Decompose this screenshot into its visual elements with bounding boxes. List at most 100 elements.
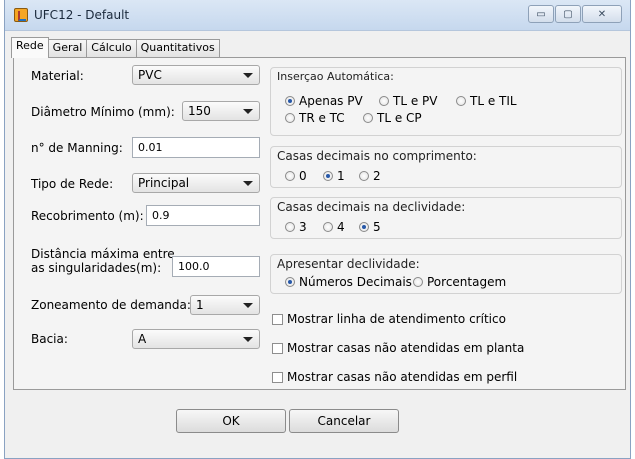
radio-label: 5 (373, 220, 381, 234)
window-title: UFC12 - Default (34, 8, 130, 22)
radio-icon (285, 113, 295, 123)
maximize-button[interactable]: ▢ (555, 5, 581, 23)
cancel-button[interactable]: Cancelar (289, 409, 399, 433)
radio-selected-icon (323, 171, 333, 181)
radio-label: 3 (299, 220, 307, 234)
apresentar-title: Apresentar declividade: (277, 257, 420, 271)
radio-label: 1 (337, 169, 345, 183)
bacia-select[interactable]: A (132, 329, 260, 349)
radio-tl-e-til[interactable]: TL e TIL (456, 94, 517, 108)
chevron-down-icon (243, 181, 253, 186)
radio-tr-e-tc[interactable]: TR e TC (285, 111, 345, 125)
radio-icon (456, 96, 466, 106)
radio-label: Números Decimais (299, 275, 412, 289)
insercao-title: Inserçao Automática: (277, 70, 394, 83)
tab-rede[interactable]: Rede (11, 37, 49, 58)
recobrimento-label: Recobrimento (m): (31, 209, 144, 223)
radio-comprimento-1[interactable]: 1 (323, 169, 345, 183)
radio-numeros-decimais[interactable]: Números Decimais (285, 275, 412, 289)
checkbox-icon (272, 371, 283, 383)
dialog-window: UFC12 - Default ▭ ▢ ✕ Rede Geral Cálculo… (4, 0, 631, 459)
radio-label: 0 (299, 169, 307, 183)
radio-tl-e-pv[interactable]: TL e PV (379, 94, 437, 108)
close-icon: ✕ (597, 8, 607, 20)
radio-icon (379, 96, 389, 106)
radio-icon (323, 222, 333, 232)
java-app-icon (14, 8, 28, 22)
distancia-label-line1: Distância máxima entre (31, 247, 175, 261)
zoneamento-label: Zoneamento de demanda: (31, 298, 191, 312)
chevron-down-icon (243, 303, 253, 308)
material-label: Material: (31, 69, 84, 83)
radio-selected-icon (285, 96, 295, 106)
tab-panel-rede: Material: PVC Diâmetro Mínimo (mm): 150 … (13, 57, 626, 390)
radio-label: TR e TC (299, 111, 345, 125)
radio-label: 2 (373, 169, 381, 183)
tipo-rede-label: Tipo de Rede: (31, 177, 114, 191)
chevron-down-icon (243, 109, 253, 114)
title-bar[interactable]: UFC12 - Default ▭ ▢ ✕ (5, 0, 630, 31)
radio-porcentagem[interactable]: Porcentagem (413, 275, 506, 289)
minimize-icon: ▭ (536, 8, 546, 20)
radio-icon (285, 222, 295, 232)
tab-geral[interactable]: Geral (47, 39, 88, 57)
radio-label: Apenas PV (299, 94, 363, 108)
radio-comprimento-0[interactable]: 0 (285, 169, 307, 183)
radio-label: TL e TIL (470, 94, 517, 108)
radio-label: TL e PV (393, 94, 438, 108)
radio-icon (359, 171, 369, 181)
radio-declividade-3[interactable]: 3 (285, 220, 307, 234)
insercao-group: Inserçao Automática: Apenas PV TL e PV T… (270, 67, 622, 136)
window-controls: ▭ ▢ ✕ (527, 5, 622, 23)
radio-icon (363, 113, 373, 123)
minimize-button[interactable]: ▭ (528, 5, 554, 23)
checkbox-icon (272, 342, 283, 354)
check-label: Mostrar casas não atendidas em perfil (287, 370, 518, 384)
radio-tl-e-cp[interactable]: TL e CP (363, 111, 422, 125)
checkbox-icon (272, 313, 283, 325)
casas-comprimento-title: Casas decimais no comprimento: (277, 149, 477, 163)
casas-comprimento-group: Casas decimais no comprimento: 0 1 2 (270, 146, 622, 188)
material-select[interactable]: PVC (132, 65, 260, 85)
maximize-icon: ▢ (563, 8, 573, 20)
check-label: Mostrar casas não atendidas em planta (287, 341, 525, 355)
manning-input[interactable]: 0.01 (132, 137, 260, 158)
bacia-label: Bacia: (31, 332, 68, 346)
zoneamento-value: 1 (196, 298, 204, 312)
check-label: Mostrar linha de atendimento crítico (287, 312, 506, 326)
radio-label: 4 (337, 220, 345, 234)
radio-declividade-5[interactable]: 5 (359, 220, 381, 234)
diametro-label: Diâmetro Mínimo (mm): (31, 105, 175, 119)
radio-label: Porcentagem (427, 275, 507, 289)
radio-declividade-4[interactable]: 4 (323, 220, 345, 234)
material-value: PVC (138, 68, 162, 82)
diametro-value: 150 (188, 104, 211, 118)
tab-bar: Rede Geral Cálculo Quantitativos (11, 37, 220, 58)
check-casas-planta[interactable]: Mostrar casas não atendidas em planta (272, 341, 524, 355)
zoneamento-select[interactable]: 1 (190, 295, 260, 315)
check-casas-perfil[interactable]: Mostrar casas não atendidas em perfil (272, 370, 517, 384)
radio-icon (413, 277, 423, 287)
distancia-input[interactable]: 100.0 (172, 256, 260, 277)
bacia-value: A (138, 332, 147, 346)
casas-declividade-group: Casas decimais na declividade: 3 4 5 (270, 197, 622, 239)
recobrimento-input[interactable]: 0.9 (146, 205, 260, 226)
radio-label: TL e CP (377, 111, 422, 125)
tipo-rede-select[interactable]: Principal (132, 173, 260, 193)
chevron-down-icon (243, 73, 253, 78)
radio-selected-icon (359, 222, 369, 232)
diametro-select[interactable]: 150 (182, 101, 260, 121)
radio-selected-icon (285, 277, 295, 287)
apresentar-group: Apresentar declividade: Números Decimais… (270, 254, 622, 294)
radio-apenas-pv[interactable]: Apenas PV (285, 94, 363, 108)
tab-calculo[interactable]: Cálculo (86, 39, 137, 57)
casas-declividade-title: Casas decimais na declividade: (277, 200, 466, 214)
radio-comprimento-2[interactable]: 2 (359, 169, 381, 183)
chevron-down-icon (243, 337, 253, 342)
manning-label: n° de Manning: (31, 141, 123, 155)
tab-quantitativos[interactable]: Quantitativos (135, 39, 220, 57)
close-button[interactable]: ✕ (582, 5, 622, 23)
radio-icon (285, 171, 295, 181)
check-linha-atendimento[interactable]: Mostrar linha de atendimento crítico (272, 312, 506, 326)
ok-button[interactable]: OK (176, 409, 286, 433)
